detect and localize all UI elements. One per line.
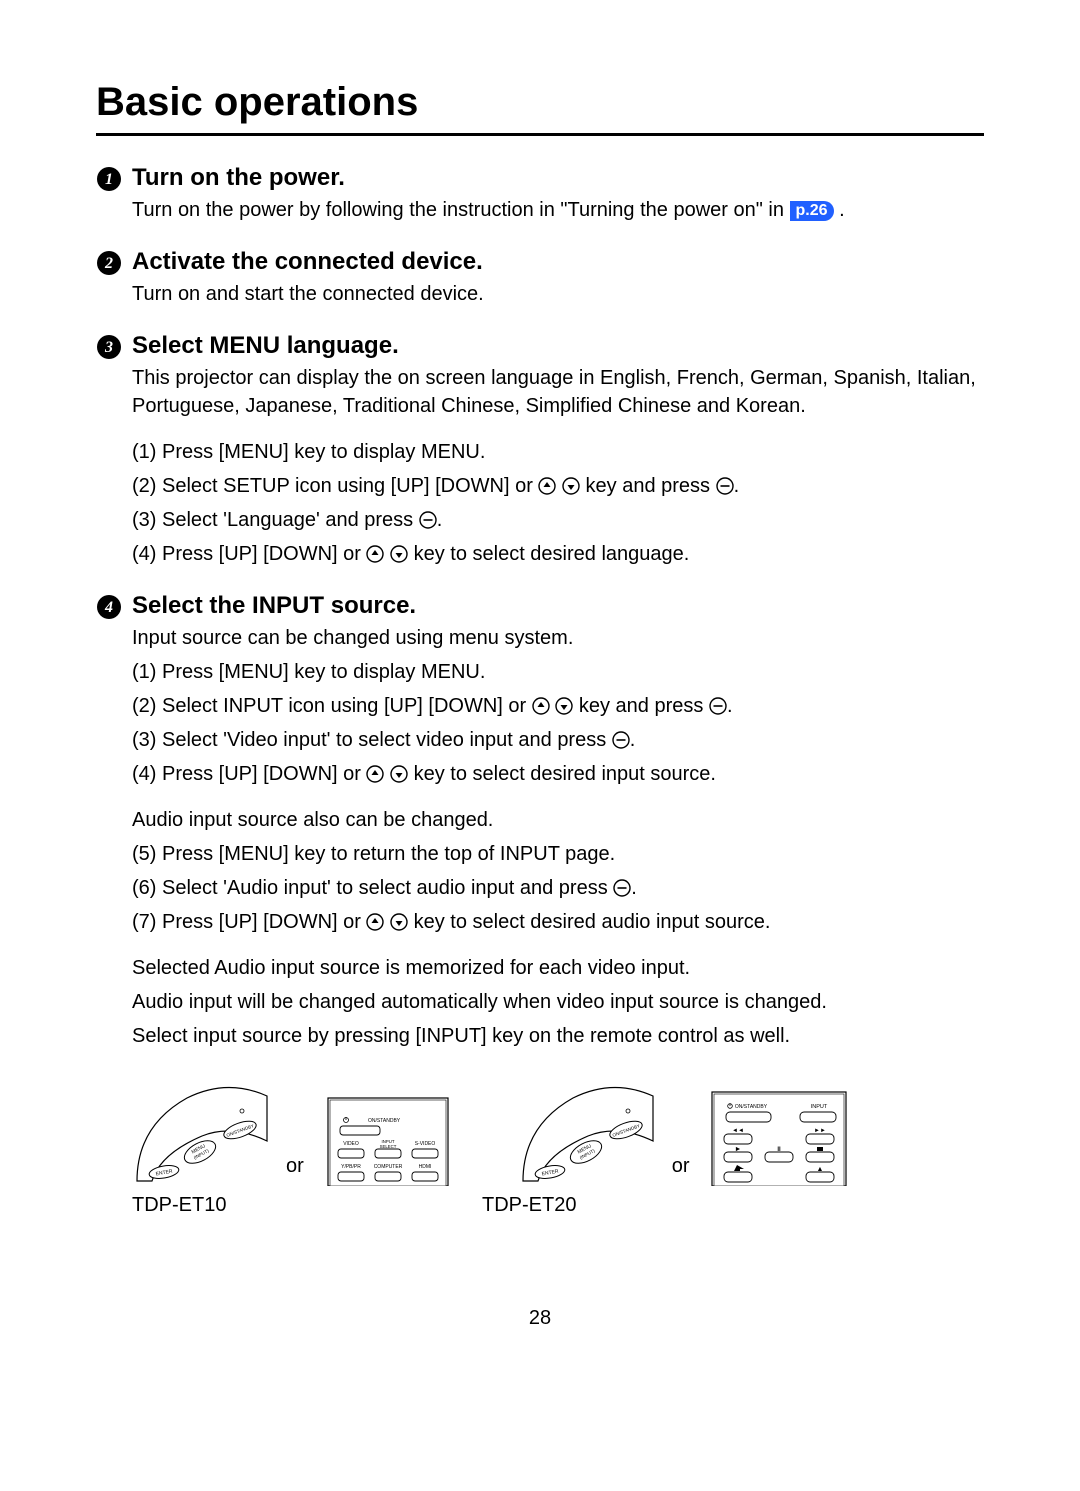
model-label-et20: TDP-ET20 xyxy=(482,1194,576,1217)
up-arrow-icon xyxy=(366,765,384,783)
step-paragraph: (2) Select SETUP icon using [UP] [DOWN] … xyxy=(132,472,984,500)
svg-text:ON/STANDBY: ON/STANDBY xyxy=(368,1118,401,1124)
step-paragraph: (4) Press [UP] [DOWN] or key to select d… xyxy=(132,760,984,788)
step-number-icon: 3 xyxy=(96,334,122,360)
svg-text:◄◄: ◄◄ xyxy=(732,1128,744,1134)
step-body: Select the INPUT source. Input source can… xyxy=(132,592,984,1056)
remote-illustration-a: ON/STANDBY VIDEO INPUT SELECT S-VIDEO Y/… xyxy=(318,1086,458,1186)
svg-text:HDMI: HDMI xyxy=(418,1164,431,1170)
step-paragraph: (6) Select 'Audio input' to select audio… xyxy=(132,874,984,902)
svg-text:VIDEO: VIDEO xyxy=(343,1141,359,1147)
enter-icon xyxy=(612,731,630,749)
step: 2 Activate the connected device. Turn on a… xyxy=(96,248,984,314)
svg-text:INPUT: INPUT xyxy=(810,1104,827,1110)
svg-text:COMPUTER: COMPUTER xyxy=(373,1164,402,1170)
enter-icon xyxy=(419,511,437,529)
svg-text:2: 2 xyxy=(104,255,113,272)
step-paragraph: (7) Press [UP] [DOWN] or key to select d… xyxy=(132,908,984,936)
step-paragraph: (1) Press [MENU] key to display MENU. xyxy=(132,438,984,466)
step: 4 Select the INPUT source. Input source ca… xyxy=(96,592,984,1056)
up-arrow-icon xyxy=(366,545,384,563)
svg-text:S-VIDEO: S-VIDEO xyxy=(415,1141,436,1147)
up-arrow-icon xyxy=(532,697,550,715)
or-label-2: or xyxy=(668,1155,694,1186)
svg-text:1: 1 xyxy=(105,171,113,188)
step-paragraph: Turn on and start the connected device. xyxy=(132,280,984,308)
manual-page: Basic operations 1Turn on the power.Turn… xyxy=(0,0,1080,1390)
up-arrow-icon xyxy=(538,477,556,495)
down-arrow-icon xyxy=(562,477,580,495)
page-title: Basic operations xyxy=(96,80,984,127)
step-paragraph: Selected Audio input source is memorized… xyxy=(132,954,984,982)
page-reference-link[interactable]: p.26 xyxy=(790,201,834,221)
svg-text:▲: ▲ xyxy=(816,1166,823,1173)
title-rule xyxy=(96,133,984,136)
step-paragraph: (4) Press [UP] [DOWN] or key to select d… xyxy=(132,540,984,568)
step: 3 Select MENU language. This projector can… xyxy=(96,332,984,574)
enter-icon xyxy=(709,697,727,715)
step-heading: Turn on the power. xyxy=(132,164,984,192)
step-paragraph: Audio input will be changed automaticall… xyxy=(132,988,984,1016)
up-arrow-icon xyxy=(366,913,384,931)
step-paragraph: (2) Select INPUT icon using [UP] [DOWN] … xyxy=(132,692,984,720)
step-paragraph: (1) Press [MENU] key to display MENU. xyxy=(132,658,984,686)
down-arrow-icon xyxy=(555,697,573,715)
step-heading: Activate the connected device. xyxy=(132,248,984,276)
enter-icon xyxy=(613,879,631,897)
model-label-et10: TDP-ET10 xyxy=(132,1194,482,1217)
step-paragraph: This projector can display the on screen… xyxy=(132,364,984,420)
step-body: Turn on the power. Turn on the power by f… xyxy=(132,164,984,230)
step-paragraph: Select input source by pressing [INPUT] … xyxy=(132,1022,984,1050)
svg-text:ON/STANDBY: ON/STANDBY xyxy=(735,1104,768,1110)
step-paragraph: Turn on the power by following the instr… xyxy=(132,196,984,224)
page-number: 28 xyxy=(96,1307,984,1330)
enter-icon xyxy=(716,477,734,495)
step-number-icon: 4 xyxy=(96,594,122,620)
step-heading: Select MENU language. xyxy=(132,332,984,360)
step-paragraph: Input source can be changed using menu s… xyxy=(132,624,984,652)
step-paragraph: (3) Select 'Video input' to select video… xyxy=(132,726,984,754)
down-arrow-icon xyxy=(390,545,408,563)
svg-text:►: ► xyxy=(734,1146,741,1153)
svg-text:3: 3 xyxy=(104,339,113,356)
diagram-remote-et20: ON/STANDBY INPUT ◄◄ ►► ► II xyxy=(704,1086,854,1186)
remote-illustration-b: ON/STANDBY INPUT ◄◄ ►► ► II xyxy=(704,1086,854,1186)
svg-text:Y/PB/PR: Y/PB/PR xyxy=(341,1164,361,1170)
panel-illustration: ON/STANDBY MENU (INPUT) ENTER xyxy=(132,1086,272,1186)
step-paragraph: Audio input source also can be changed. xyxy=(132,806,984,834)
step-body: Activate the connected device. Turn on an… xyxy=(132,248,984,314)
steps-list: 1 Turn on the power. Turn on the power by … xyxy=(96,164,984,1056)
or-label-1: or xyxy=(282,1155,308,1186)
model-labels: TDP-ET10 TDP-ET20 xyxy=(96,1194,984,1217)
step: 1 Turn on the power. Turn on the power by … xyxy=(96,164,984,230)
step-paragraph: (5) Press [MENU] key to return the top o… xyxy=(132,840,984,868)
diagram-remote-et10: ON/STANDBY VIDEO INPUT SELECT S-VIDEO Y/… xyxy=(318,1086,458,1186)
svg-text:►►: ►► xyxy=(814,1128,826,1134)
step-number-icon: 1 xyxy=(96,166,122,192)
diagram-row: ON/STANDBY MENU (INPUT) ENTER or ON/STAN… xyxy=(96,1086,984,1186)
panel-illustration-b: ON/STANDBY MENU (INPUT) ENTER xyxy=(518,1086,658,1186)
diagram-panel-et10: ON/STANDBY MENU (INPUT) ENTER xyxy=(132,1086,272,1186)
svg-text:4: 4 xyxy=(104,599,113,616)
svg-text:SELECT: SELECT xyxy=(379,1144,396,1149)
diagram-panel-et20: ON/STANDBY MENU (INPUT) ENTER xyxy=(518,1086,658,1186)
step-number-icon: 2 xyxy=(96,250,122,276)
down-arrow-icon xyxy=(390,765,408,783)
step-heading: Select the INPUT source. xyxy=(132,592,984,620)
svg-text:II: II xyxy=(777,1147,781,1153)
step-body: Select MENU language. This projector can … xyxy=(132,332,984,574)
step-paragraph: (3) Select 'Language' and press . xyxy=(132,506,984,534)
down-arrow-icon xyxy=(390,913,408,931)
